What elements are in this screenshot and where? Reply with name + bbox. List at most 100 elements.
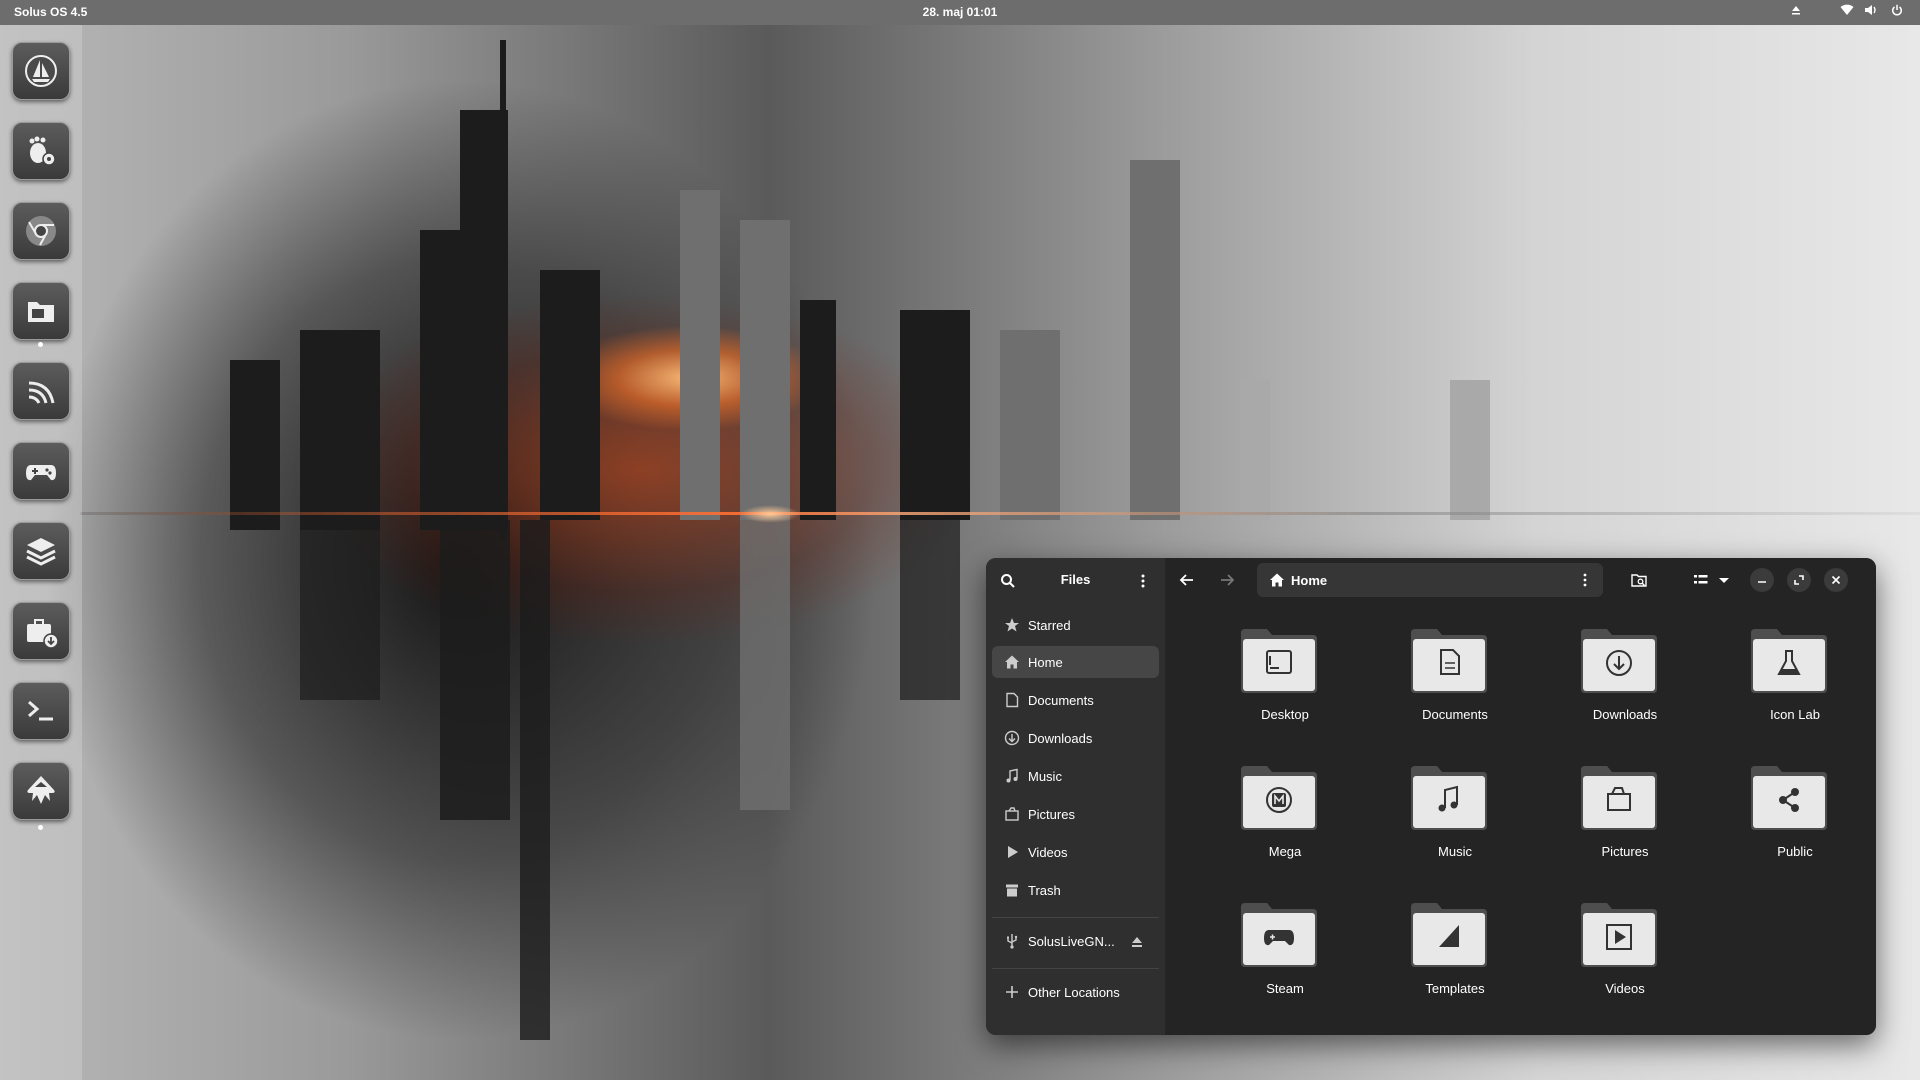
top-panel: Solus OS 4.5 28. maj 01:01 xyxy=(0,0,1920,25)
folder-label: Templates xyxy=(1425,981,1485,996)
path-bar[interactable]: Home xyxy=(1257,563,1603,597)
sidebar-item-label: Starred xyxy=(1028,618,1071,633)
chrome-icon[interactable] xyxy=(12,202,70,260)
dock xyxy=(0,25,82,1080)
eject-icon[interactable] xyxy=(1790,4,1802,19)
folder-mega[interactable]: Mega xyxy=(1200,760,1350,880)
path-label: Home xyxy=(1291,573,1328,588)
music-icon xyxy=(1006,768,1018,783)
files-window: Files Starred Home Documents Downloads M… xyxy=(986,558,1876,1035)
folder-label: Icon Lab xyxy=(1770,707,1820,722)
sidebar-item-videos[interactable]: Videos xyxy=(992,836,1159,868)
software-installer-icon[interactable] xyxy=(12,602,70,660)
running-indicator xyxy=(38,342,43,347)
folder-desktop[interactable]: Desktop xyxy=(1200,623,1350,743)
back-arrow-icon[interactable] xyxy=(1173,566,1201,594)
sidebar-item-music[interactable]: Music xyxy=(992,760,1159,792)
sidebar-item-trash[interactable]: Trash xyxy=(992,874,1159,906)
document-icon xyxy=(1006,692,1019,708)
folder-downloads[interactable]: Downloads xyxy=(1540,623,1690,743)
sidebar-item-label: Music xyxy=(1028,769,1062,784)
sidebar-item-home[interactable]: Home xyxy=(992,646,1159,678)
folder-label: Mega xyxy=(1268,844,1302,859)
clock[interactable]: 28. maj 01:01 xyxy=(0,5,1920,19)
sidebar-item-downloads[interactable]: Downloads xyxy=(992,722,1159,754)
maximize-button[interactable] xyxy=(1787,568,1811,592)
download-icon xyxy=(1004,730,1020,746)
downloads-folder-icon xyxy=(1581,629,1657,693)
folder-label: Desktop xyxy=(1261,707,1309,722)
divider xyxy=(992,917,1159,918)
running-indicator xyxy=(38,825,43,830)
sidebar-item-label: Documents xyxy=(1028,693,1094,708)
minimize-icon xyxy=(1758,581,1766,583)
sidebar-item-starred[interactable]: Starred xyxy=(992,609,1159,641)
home-icon xyxy=(1005,655,1019,669)
videos-folder-icon xyxy=(1581,903,1657,967)
divider xyxy=(992,968,1159,969)
pictures-folder-icon xyxy=(1581,766,1657,830)
plus-icon xyxy=(1006,986,1018,998)
close-icon xyxy=(1831,575,1841,585)
templates-folder-icon xyxy=(1411,903,1487,967)
gnome-settings-icon[interactable] xyxy=(12,122,70,180)
folder-documents[interactable]: Documents xyxy=(1370,623,1520,743)
chevron-down-icon[interactable] xyxy=(1710,566,1738,594)
path-menu-icon[interactable] xyxy=(1571,566,1599,594)
sidebar-item-label: Pictures xyxy=(1028,807,1075,822)
files-main: Home Desktop Documents Downloads Icon La… xyxy=(1165,558,1876,1035)
gamepad-icon[interactable] xyxy=(12,442,70,500)
sidebar-item-other-locations[interactable]: Other Locations xyxy=(992,976,1159,1008)
star-icon xyxy=(1005,618,1019,632)
sidebar-item-pictures[interactable]: Pictures xyxy=(992,798,1159,830)
solus-icon[interactable] xyxy=(12,42,70,100)
layers-icon[interactable] xyxy=(12,522,70,580)
folder-music[interactable]: Music xyxy=(1370,760,1520,880)
maximize-icon xyxy=(1794,575,1804,585)
files-sidebar: Files Starred Home Documents Downloads M… xyxy=(986,558,1165,1035)
wifi-icon[interactable] xyxy=(1840,4,1854,19)
rss-feed-icon[interactable] xyxy=(12,362,70,420)
volume-icon[interactable] xyxy=(1864,4,1878,19)
eject-icon[interactable] xyxy=(1130,935,1144,949)
documents-folder-icon xyxy=(1411,629,1487,693)
folder-label: Steam xyxy=(1266,981,1304,996)
music-folder-icon xyxy=(1411,766,1487,830)
folder-videos[interactable]: Videos xyxy=(1540,897,1690,1017)
sidebar-item-label: Videos xyxy=(1028,845,1068,860)
flask-folder-icon xyxy=(1751,629,1827,693)
sidebar-item-label: SolusLiveGN... xyxy=(1028,934,1115,949)
sidebar-item-label: Downloads xyxy=(1028,731,1093,746)
power-icon[interactable] xyxy=(1891,4,1903,19)
folder-label: Downloads xyxy=(1592,707,1658,722)
folder-label: Pictures xyxy=(1601,844,1649,859)
sidebar-item-documents[interactable]: Documents xyxy=(992,684,1159,716)
close-button[interactable] xyxy=(1824,568,1848,592)
folder-pictures[interactable]: Pictures xyxy=(1540,760,1690,880)
folder-icon-lab[interactable]: Icon Lab xyxy=(1710,623,1860,743)
folder-steam[interactable]: Steam xyxy=(1200,897,1350,1017)
trash-icon xyxy=(1006,884,1018,897)
folder-label: Documents xyxy=(1422,707,1488,722)
usb-icon xyxy=(1007,934,1018,949)
search-folder-icon[interactable] xyxy=(1625,566,1653,594)
os-label[interactable]: Solus OS 4.5 xyxy=(14,5,87,19)
video-icon xyxy=(1008,846,1018,858)
folder-public[interactable]: Public xyxy=(1710,760,1860,880)
minimize-button[interactable] xyxy=(1750,568,1774,592)
folder-label: Music xyxy=(1438,844,1472,859)
sidebar-item-label: Other Locations xyxy=(1028,985,1120,1000)
sidebar-item-usb-drive[interactable]: SolusLiveGN... xyxy=(992,925,1159,957)
folder-templates[interactable]: Templates xyxy=(1370,897,1520,1017)
terminal-icon[interactable] xyxy=(12,682,70,740)
main-menu-icon[interactable] xyxy=(1129,567,1157,595)
folder-label: Public xyxy=(1777,844,1813,859)
desktop-folder-icon xyxy=(1241,629,1317,693)
gamepad-folder-icon xyxy=(1241,903,1317,967)
folder-label: Videos xyxy=(1605,981,1645,996)
sidebar-item-label: Home xyxy=(1028,655,1063,670)
sidebar-header: Files xyxy=(986,558,1165,604)
files-icon[interactable] xyxy=(12,282,70,340)
inkscape-icon[interactable] xyxy=(12,762,70,820)
forward-arrow-icon[interactable] xyxy=(1213,566,1241,594)
